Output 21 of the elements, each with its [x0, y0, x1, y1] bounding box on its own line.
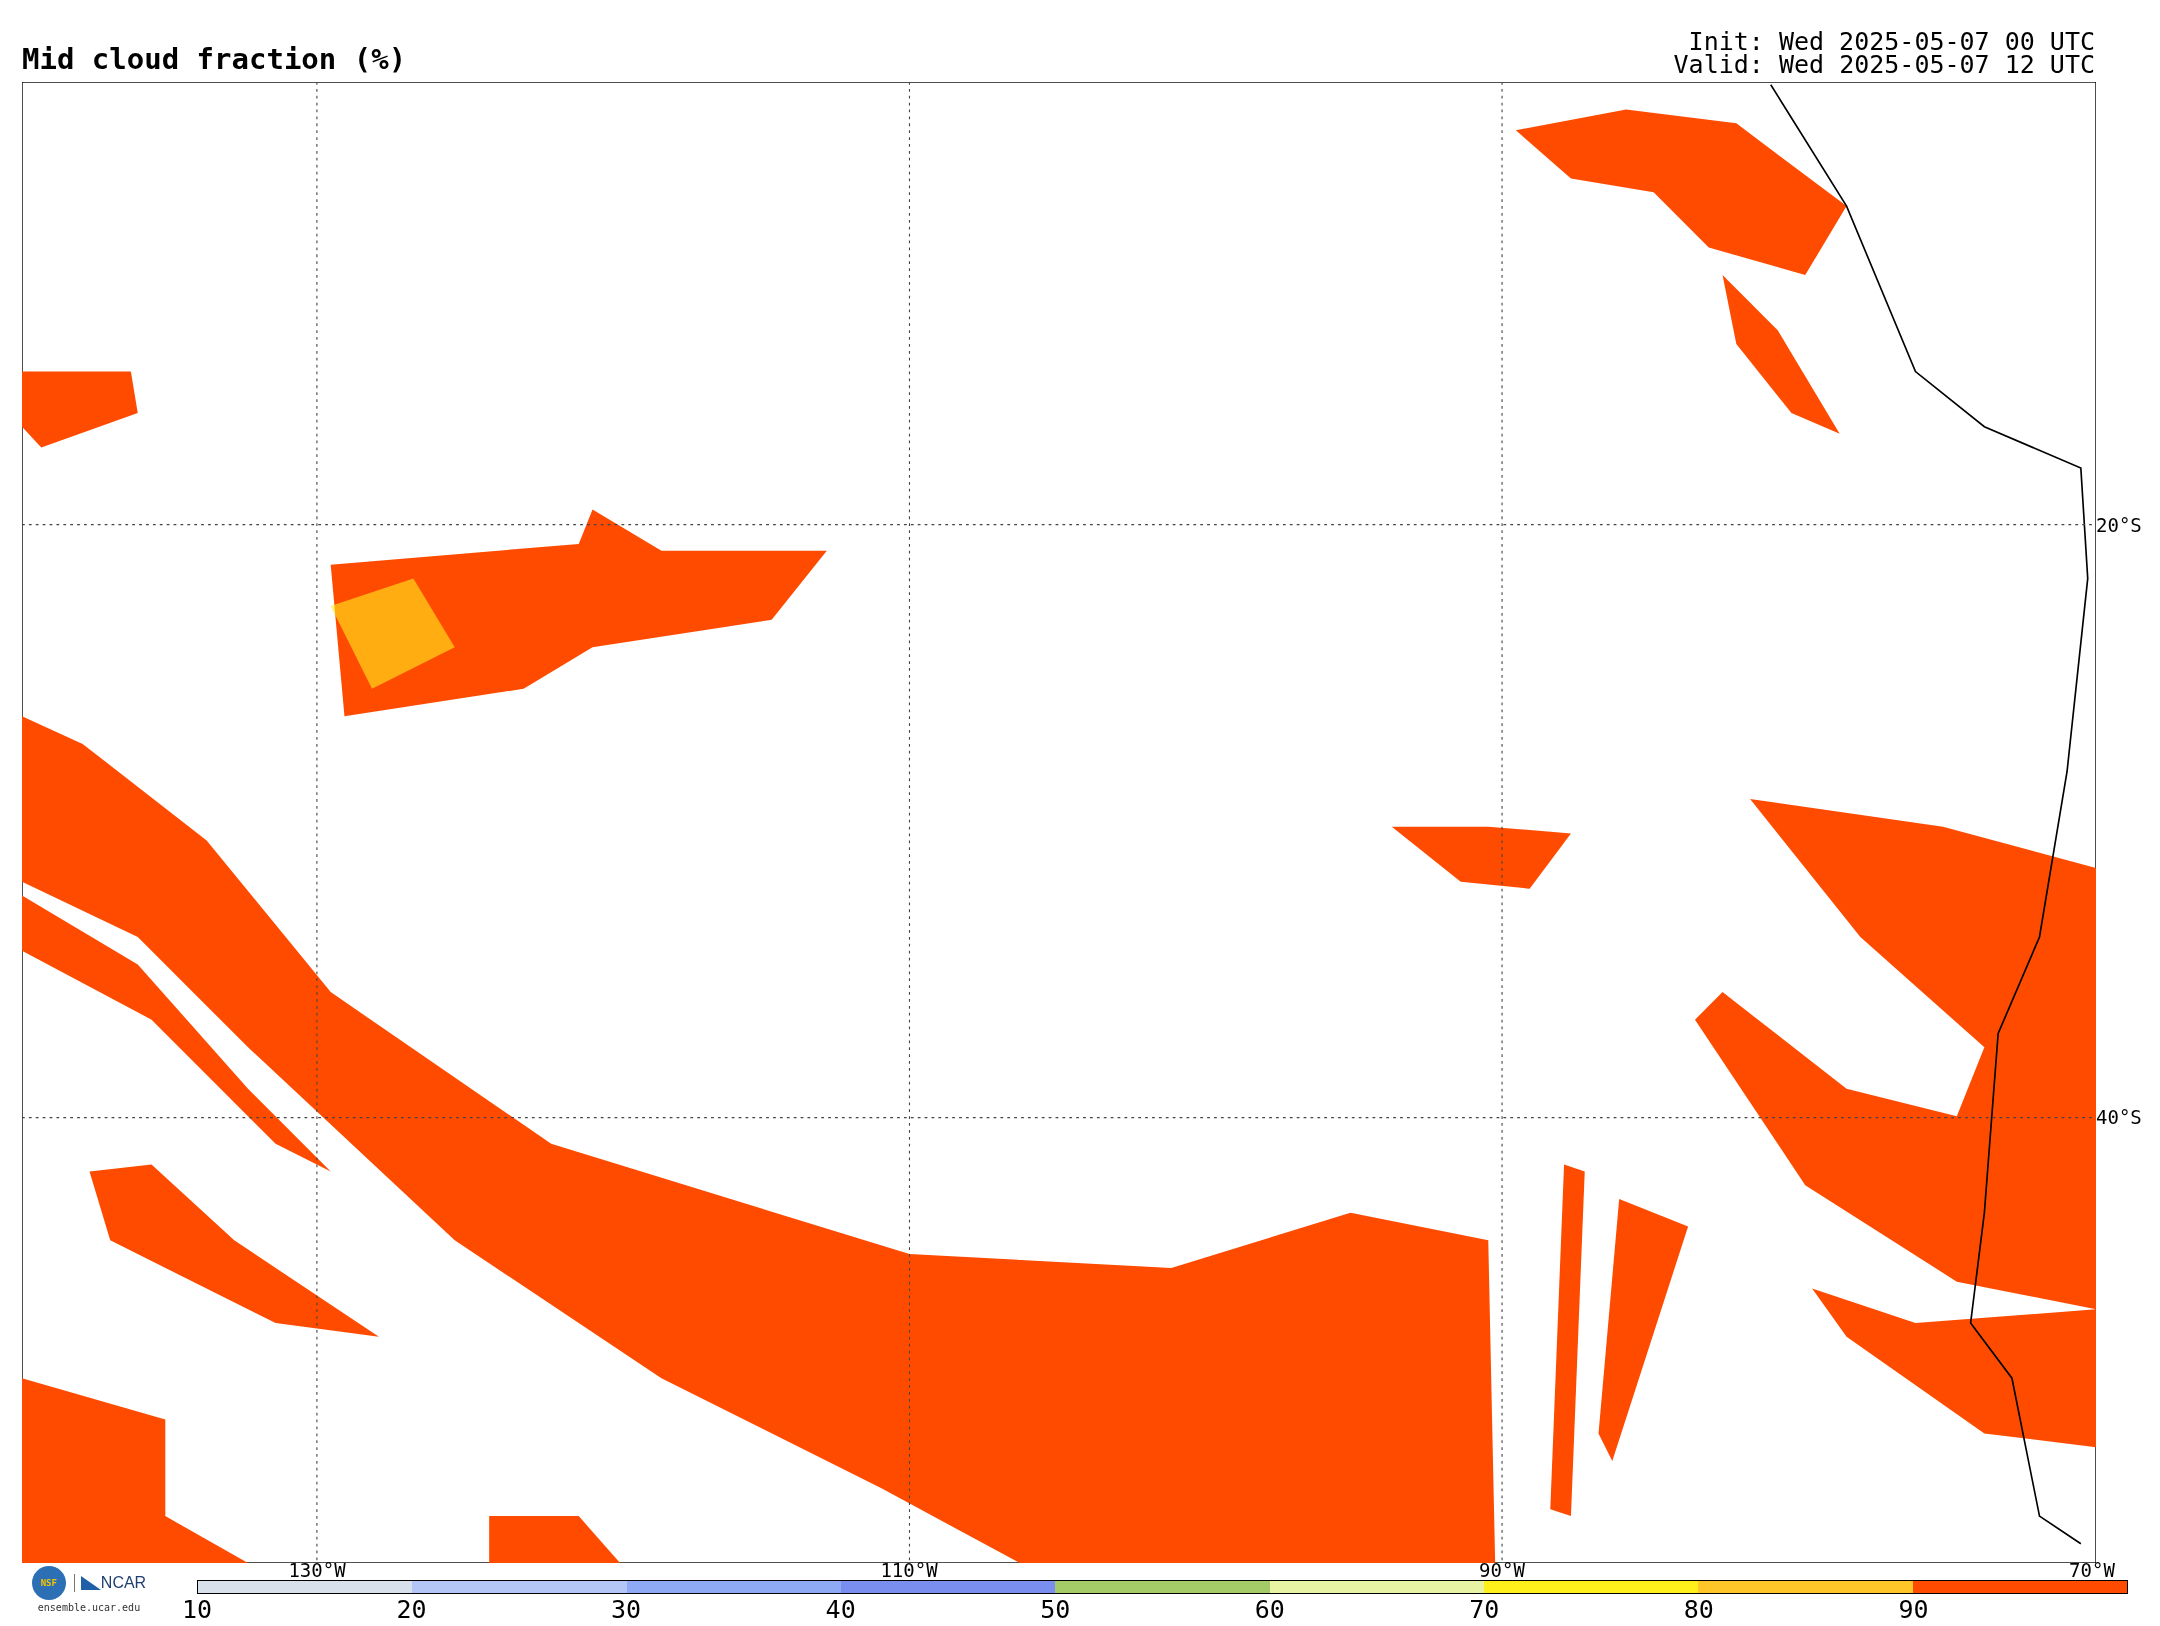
longitude-label: 130°W	[287, 1558, 347, 1582]
scale-label: 10	[180, 1596, 214, 1624]
run-time-text: Valid: Wed 2025-05-07 12 UTC	[1673, 53, 2095, 76]
latitude-label: 20°S	[2096, 513, 2142, 537]
scale-label: 30	[610, 1596, 643, 1624]
scale-label: 90	[1897, 1596, 1930, 1624]
ncar-logo: NCAR	[73, 1574, 147, 1592]
plot-title: Mid cloud fraction (%)	[22, 42, 407, 76]
scale-label: 70	[1468, 1596, 1501, 1624]
nsf-logo: NSF	[31, 1566, 66, 1600]
run-time-text: Init: Wed 2025-05-07 00 UTC	[1688, 30, 2095, 53]
longitude-label: 90°W	[1478, 1558, 1526, 1582]
scale-label: 80	[1682, 1596, 1715, 1624]
scale-label: 20	[395, 1596, 428, 1624]
scale-label: 40	[824, 1596, 857, 1624]
scale-label: 60	[1253, 1596, 1286, 1624]
scale-label: 50	[1039, 1596, 1072, 1624]
site-url: ensemble.ucar.edu	[37, 1602, 141, 1613]
latitude-label: 40°S	[2096, 1105, 2142, 1129]
longitude-label: 70°W	[2068, 1558, 2116, 1582]
longitude-label: 110°W	[879, 1558, 939, 1582]
